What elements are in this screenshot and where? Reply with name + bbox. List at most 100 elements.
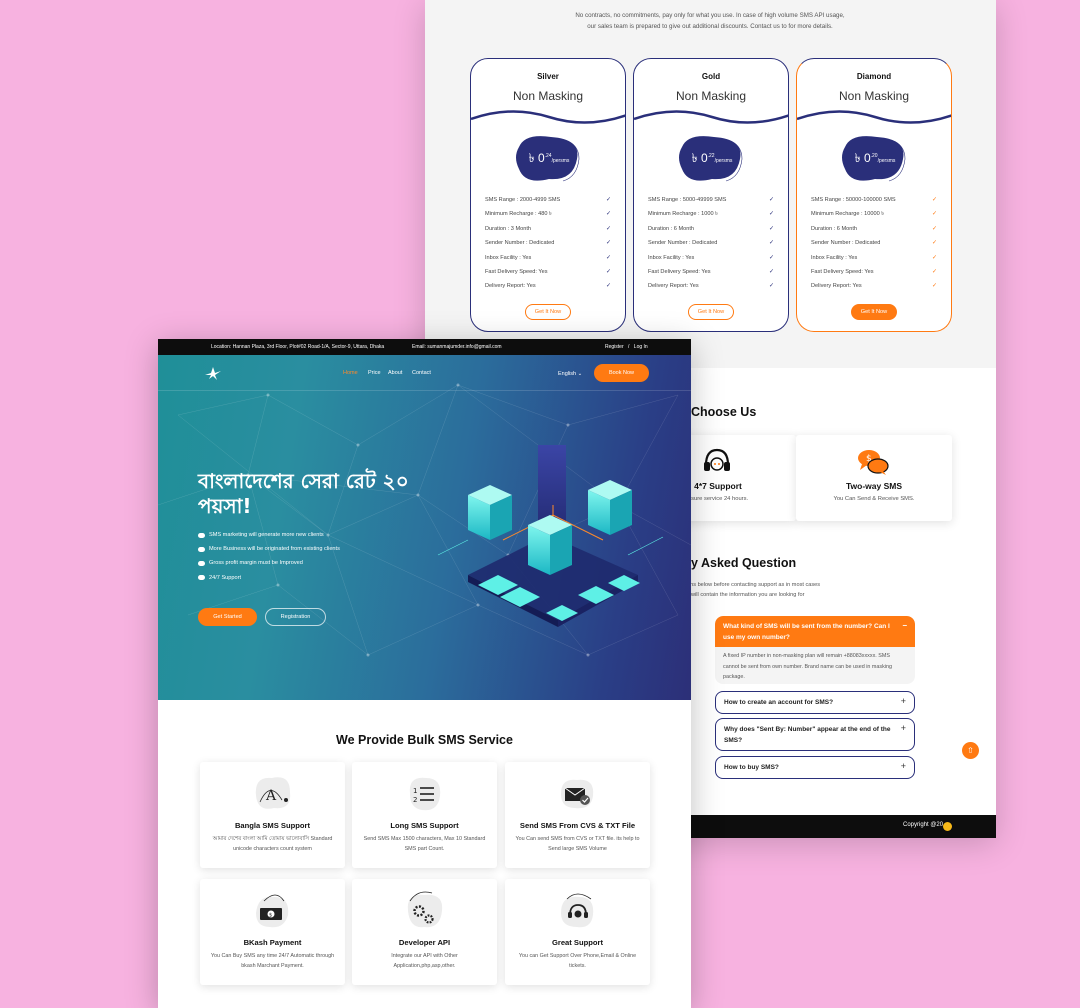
feature-item: Minimum Recharge : 1000 ৳ ✓ (648, 209, 774, 223)
register-link[interactable]: Register (605, 344, 624, 350)
plan-name: Gold (701, 72, 721, 81)
hero-point: SMS marketing will generate more new cli… (198, 528, 340, 542)
numbered-list-icon: 1 2 (409, 777, 441, 811)
logo-icon[interactable] (203, 365, 223, 381)
check-icon: ✓ (931, 283, 937, 290)
feature-item: Sender Number : Dedicated ✓ (648, 238, 774, 252)
price-label: ৳ 0.20/persms (854, 151, 896, 165)
why-choose-title: Choose Us (691, 405, 757, 419)
feature-item: Inbox Facility : Yes ✓ (485, 253, 611, 267)
login-link[interactable]: Log In (634, 344, 648, 350)
service-desc: You can Get Support Over Phone,Email & O… (518, 953, 637, 969)
svg-text:$: $ (866, 454, 872, 464)
check-icon: ✓ (768, 225, 774, 232)
service-title: Great Support (551, 938, 604, 947)
nav-price[interactable]: Price (368, 370, 381, 376)
expand-icon[interactable]: + (901, 761, 906, 772)
pricing-description: No contracts, no commitments, pay only f… (575, 12, 845, 30)
feature-item: Delivery Report: Yes ✓ (648, 281, 774, 295)
faq-subtitle: ons below before contacting support as i… (687, 580, 820, 600)
chat-bubble-icon[interactable] (943, 822, 952, 831)
scroll-top-button[interactable]: ⇧ (962, 742, 979, 759)
get-it-now-button[interactable]: Get It Now (851, 304, 897, 320)
nav-home[interactable]: Home (343, 370, 358, 376)
service-card-long-sms: 1 2 Long SMS Support Send SMS Max 1500 c… (352, 762, 497, 868)
hero-points: SMS marketing will generate more new cli… (198, 528, 340, 585)
service-desc: Send SMS Max 1500 characters, Max 10 Sta… (363, 836, 486, 852)
check-icon: ✓ (768, 254, 774, 261)
nav-contact[interactable]: Contact (412, 370, 431, 376)
collapse-icon[interactable]: − (902, 620, 907, 631)
gears-icon (407, 891, 443, 928)
check-icon: ✓ (768, 283, 774, 290)
banknote-icon: $ (256, 894, 289, 928)
svg-text:2: 2 (413, 796, 417, 804)
plan-type: Non Masking (838, 89, 910, 103)
check-icon: ✓ (768, 240, 774, 247)
svg-text:$: $ (269, 913, 272, 919)
service-card-file: Send SMS From CVS & TXT File You Can sen… (505, 762, 650, 868)
book-now-button[interactable]: Book Now (594, 364, 649, 382)
wave-divider (471, 110, 625, 124)
feature-item: Duration : 6 Month ✓ (811, 224, 937, 238)
expand-icon[interactable]: + (901, 723, 906, 734)
feature-item: Fast Delivery Speed: Yes ✓ (485, 267, 611, 281)
service-desc: You Can Buy SMS any time 24/7 Automatic … (210, 953, 335, 969)
hero-section: Home Price About Contact English ⌄ Book … (158, 355, 691, 700)
faq-item[interactable]: How to buy SMS? + (715, 756, 915, 779)
feature-list: SMS Range : 50000-100000 SMS ✓ Minimum Re… (811, 195, 937, 296)
language-label: English (558, 371, 577, 377)
nav-about[interactable]: About (388, 370, 402, 376)
get-it-now-button[interactable]: Get It Now (525, 304, 571, 320)
check-icon: ✓ (605, 240, 611, 247)
get-started-button[interactable]: Get Started (198, 608, 257, 626)
service-title: Developer API (398, 938, 451, 947)
chat-bubbles-icon: $ (858, 450, 889, 475)
hero-title: বাংলাদেশের সেরা রেট ২০ পয়সা! (198, 469, 409, 518)
check-icon: ✓ (768, 197, 774, 203)
hero-point: 24/7 Support (198, 571, 340, 585)
plan-card-gold: Gold Non Masking ৳ 0.22/persms SMS Range… (633, 58, 789, 332)
service-card-bkash: $ BKash Payment You Can Buy SMS any time… (200, 879, 345, 985)
expand-icon[interactable]: + (901, 696, 906, 707)
get-it-now-button[interactable]: Get It Now (688, 304, 734, 320)
svg-text:A: A (265, 788, 277, 804)
service-title: Send SMS From CVS & TXT File (519, 821, 636, 830)
why-card-two-way: $ Two-way SMS You Can Send & Receive SMS… (796, 435, 952, 521)
registration-button[interactable]: Registration (265, 608, 326, 626)
feature-item: SMS Range : 2000-4999 SMS ✓ (485, 195, 611, 209)
check-icon: ✓ (931, 225, 937, 232)
feature-item: Delivery Report: Yes ✓ (811, 281, 937, 295)
chevron-down-icon: ⌄ (577, 371, 583, 377)
service-desc: You Can send SMS from CVS or TXT file. i… (515, 836, 640, 852)
feature-item: Delivery Report: Yes ✓ (485, 281, 611, 295)
faq-question-open[interactable]: What kind of SMS will be sent from the n… (715, 616, 915, 647)
hero-point: More Business will be originated from ex… (198, 542, 340, 556)
service-title: Bangla SMS Support (234, 821, 311, 830)
feature-list: SMS Range : 5000-49999 SMS ✓ Minimum Rech… (648, 195, 774, 296)
separator: / (628, 344, 630, 350)
feature-item: Minimum Recharge : 10000 ৳ ✓ (811, 209, 937, 223)
faq-title: y Asked Question (691, 556, 797, 570)
service-card-support: Great Support You can Get Support Over P… (505, 879, 650, 985)
price-label: ৳ 0.24/persms (528, 151, 570, 165)
location-text: Location: Hannan Plaza, 3rd Floor, Plot#… (211, 344, 385, 350)
feature-item: Duration : 3 Month ✓ (485, 224, 611, 238)
language-select[interactable]: English ⌄ (558, 371, 582, 377)
front-page-screenshot: Location: Hannan Plaza, 3rd Floor, Plot#… (158, 339, 691, 1008)
plan-type: Non Masking (675, 89, 747, 103)
why-card-title: Two-way SMS (845, 481, 903, 491)
plan-card-silver: Silver Non Masking ৳ 0.24/persms SMS Ran… (470, 58, 626, 332)
feature-item: Inbox Facility : Yes ✓ (811, 253, 937, 267)
why-card-desc: You Can Send & Receive SMS. (833, 496, 915, 502)
check-icon: ✓ (931, 211, 937, 218)
nav-divider (158, 390, 691, 391)
feature-list: SMS Range : 2000-4999 SMS ✓ Minimum Recha… (485, 195, 611, 296)
services-title: We Provide Bulk SMS Service (336, 733, 513, 747)
check-icon: ✓ (931, 254, 937, 261)
faq-item[interactable]: How to create an account for SMS? + (715, 691, 915, 714)
check-icon: ✓ (931, 268, 937, 275)
service-desc: আমার দেশের বাংলা আমি তোমায় ভালোবাসি Sta… (212, 836, 333, 852)
faq-item[interactable]: Why does "Sent By: Number" appear at the… (715, 718, 915, 751)
email-text: Email: sumanmajumder.info@gmail.com (412, 344, 502, 350)
